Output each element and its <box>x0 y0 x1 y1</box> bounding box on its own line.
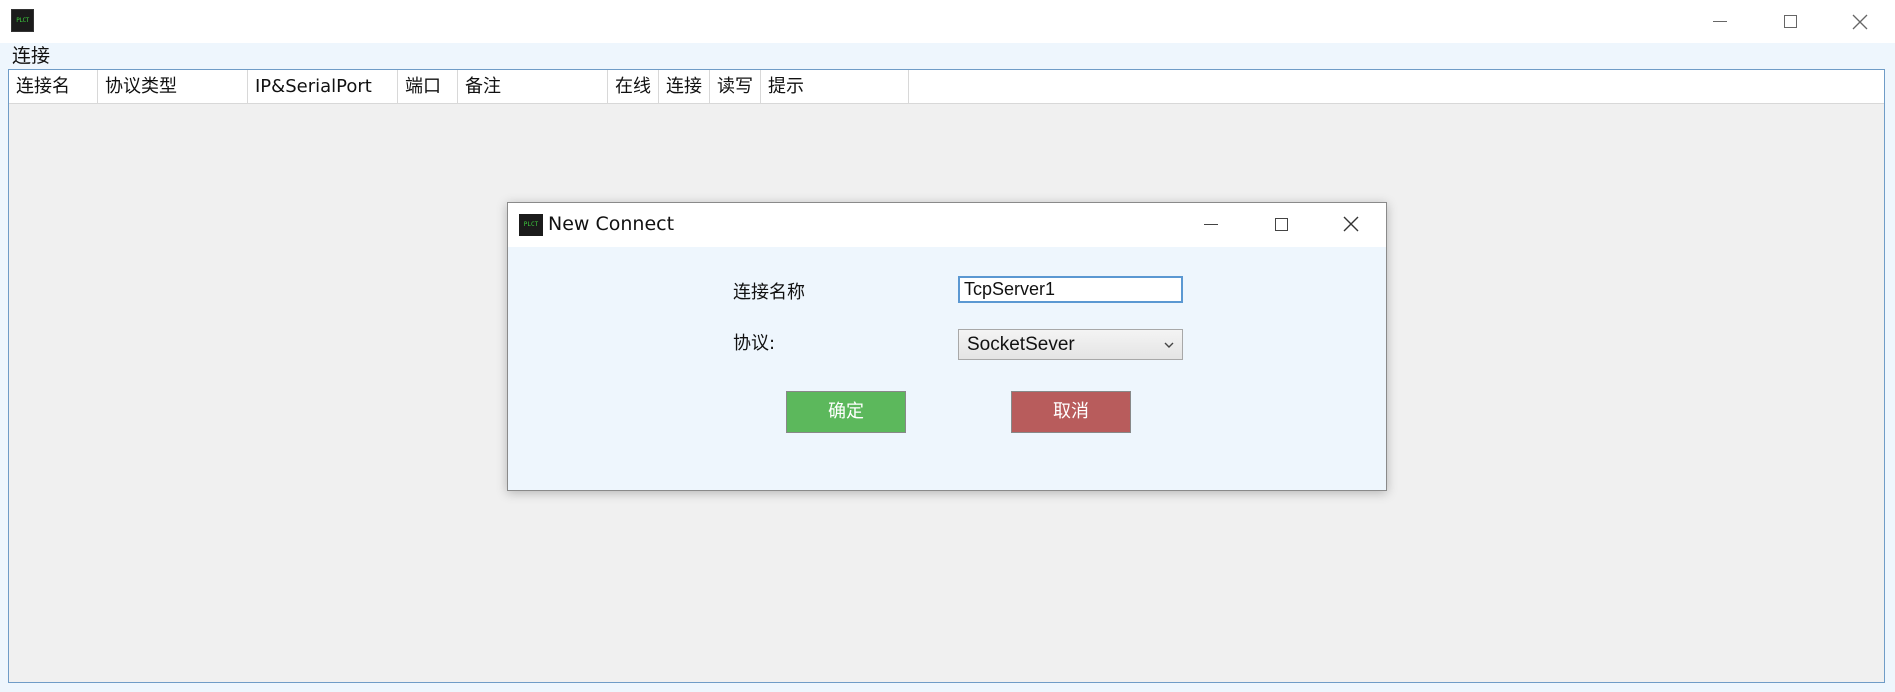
column-header-port[interactable]: 端口 <box>398 70 458 103</box>
connection-name-label: 连接名称 <box>733 282 805 303</box>
ok-button[interactable]: 确定 <box>786 391 906 433</box>
window-close-button[interactable] <box>1825 0 1895 43</box>
column-header-hint[interactable]: 提示 <box>761 70 909 103</box>
close-icon <box>1343 216 1359 232</box>
chevron-down-icon <box>1164 330 1174 359</box>
connection-name-input[interactable]: TcpServer1 <box>958 276 1183 303</box>
column-header-readwrite[interactable]: 读写 <box>710 70 761 103</box>
close-icon <box>1852 14 1868 29</box>
dialog-close-button[interactable] <box>1316 203 1386 245</box>
window-maximize-button[interactable] <box>1755 0 1825 43</box>
maximize-icon <box>1274 217 1288 231</box>
new-connect-dialog: PLCT New Connect 连接名称 TcpServer1 协议: Soc… <box>507 202 1387 491</box>
protocol-label: 协议: <box>733 333 776 354</box>
window-minimize-button[interactable] <box>1685 0 1755 43</box>
grid-header: 连接名 协议类型 IP&SerialPort 端口 备注 在线 连接 读写 提示 <box>9 70 1884 104</box>
dialog-minimize-button[interactable] <box>1176 203 1246 245</box>
main-titlebar: PLCT <box>0 0 1895 43</box>
protocol-selected-value: SocketSever <box>967 334 1075 355</box>
protocol-select[interactable]: SocketSever <box>958 329 1183 360</box>
column-header-online[interactable]: 在线 <box>608 70 659 103</box>
dialog-app-icon: PLCT <box>519 214 543 236</box>
dialog-title: New Connect <box>548 213 675 235</box>
app-icon: PLCT <box>11 9 34 32</box>
dialog-maximize-button[interactable] <box>1246 203 1316 245</box>
dialog-titlebar: PLCT New Connect <box>508 203 1386 247</box>
column-header-connect[interactable]: 连接 <box>659 70 710 103</box>
column-header-remark[interactable]: 备注 <box>458 70 608 103</box>
column-header-name[interactable]: 连接名 <box>9 70 98 103</box>
minimize-icon <box>1204 223 1218 225</box>
cancel-button[interactable]: 取消 <box>1011 391 1131 433</box>
connection-group-label: 连接 <box>12 45 51 67</box>
column-header-address[interactable]: IP&SerialPort <box>248 70 398 103</box>
maximize-icon <box>1783 15 1797 28</box>
column-header-protocol[interactable]: 协议类型 <box>98 70 248 103</box>
minimize-icon <box>1713 21 1727 22</box>
